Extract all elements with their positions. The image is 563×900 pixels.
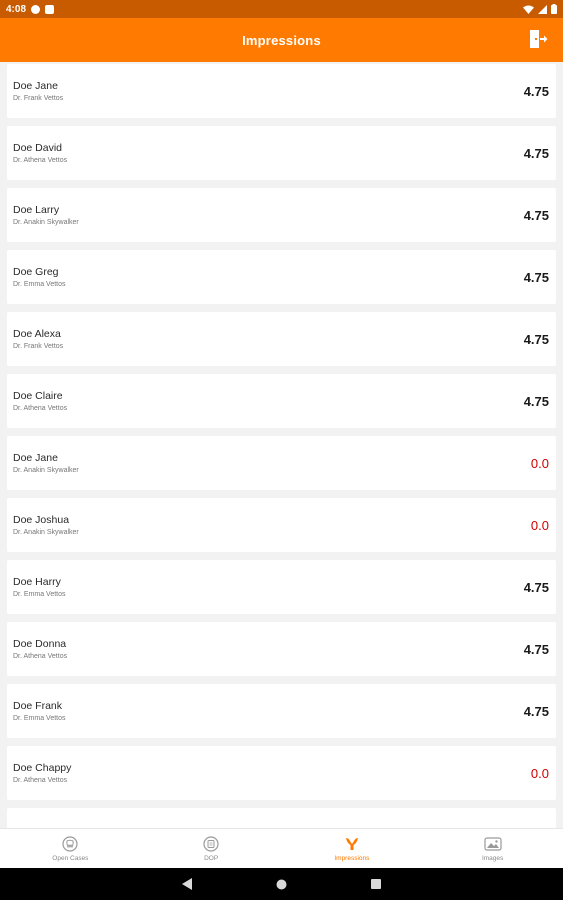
patient-name: Doe Joshua — [13, 514, 70, 526]
score-value: 0.0 — [530, 765, 549, 781]
patient-name: Doe Greg — [13, 266, 59, 278]
list-item[interactable]: Doe Frank Dr. Emma Vettos 4.75 — [7, 684, 556, 738]
nav-images[interactable]: Images — [422, 829, 563, 868]
list-item[interactable]: Doe Jane Dr. Frank Vettos 4.75 — [7, 64, 556, 118]
doctor-name: Dr. Frank Vettos — [13, 95, 64, 102]
dop-icon — [203, 835, 219, 852]
status-bar: 4:08 — [0, 0, 563, 18]
list-item[interactable]: Doe Claire Dr. Athena Vettos 4.75 — [7, 374, 556, 428]
doctor-name: Dr. Athena Vettos — [13, 405, 68, 412]
patient-name: Doe Claire — [13, 390, 63, 402]
home-button[interactable] — [275, 877, 289, 891]
signal-icon — [538, 4, 547, 14]
patient-name: Doe Jane — [13, 80, 58, 92]
doctor-name: Dr. Athena Vettos — [13, 777, 68, 784]
patient-name: Doe Alexa — [13, 328, 61, 340]
score-value: 4.75 — [523, 579, 549, 595]
patient-name: Doe David — [13, 142, 63, 154]
status-time: 4:08 — [6, 3, 27, 15]
nav-label: Open Cases — [52, 854, 89, 862]
logout-button[interactable] — [527, 28, 549, 50]
system-navigation-bar — [0, 868, 563, 900]
nav-label: Images — [481, 854, 504, 862]
doctor-name: Dr. Emma Vettos — [13, 591, 66, 598]
doctor-name: Dr. Anakin Skywalker — [13, 467, 79, 474]
doctor-name: Dr. Anakin Skywalker — [13, 219, 79, 226]
nav-label: Impressions — [334, 854, 370, 862]
back-button[interactable] — [181, 877, 195, 891]
logout-icon — [530, 30, 548, 48]
home-icon — [276, 879, 287, 889]
nav-label: DOP — [204, 854, 219, 862]
score-value: 0.0 — [530, 517, 549, 533]
tooth-icon — [62, 835, 78, 852]
doctor-name: Dr. Athena Vettos — [13, 653, 68, 660]
doctor-name: Dr. Emma Vettos — [13, 715, 66, 722]
storage-icon — [45, 4, 55, 14]
nav-impressions[interactable]: Impressions — [282, 829, 423, 868]
list-item[interactable]: Doe Harry Dr. Emma Vettos 4.75 — [7, 560, 556, 614]
score-value: 4.75 — [523, 703, 549, 719]
doctor-name: Dr. Emma Vettos — [13, 281, 66, 288]
patient-name: Doe Larry — [13, 204, 60, 216]
patient-name: Doe Donna — [13, 638, 67, 650]
list-item-partial[interactable] — [7, 808, 556, 828]
back-icon — [182, 878, 192, 890]
score-value: 4.75 — [523, 145, 549, 161]
list-item[interactable]: Doe Joshua Dr. Anakin Skywalker 0.0 — [7, 498, 556, 552]
doctor-name: Dr. Frank Vettos — [13, 343, 64, 350]
patient-name: Doe Frank — [13, 700, 63, 712]
score-value: 4.75 — [523, 269, 549, 285]
score-value: 0.0 — [530, 455, 549, 471]
images-icon — [484, 836, 502, 851]
score-value: 4.75 — [523, 83, 549, 99]
score-value: 4.75 — [523, 641, 549, 657]
list-item[interactable]: Doe Chappy Dr. Athena Vettos 0.0 — [7, 746, 556, 800]
list-item[interactable]: Doe Donna Dr. Athena Vettos 4.75 — [7, 622, 556, 676]
patient-name: Doe Harry — [13, 576, 61, 588]
patient-name: Doe Jane — [13, 452, 58, 464]
recents-button[interactable] — [369, 877, 383, 891]
list-item[interactable]: Doe Larry Dr. Anakin Skywalker 4.75 — [7, 188, 556, 242]
recents-icon — [370, 879, 381, 889]
list-item[interactable]: Doe Greg Dr. Emma Vettos 4.75 — [7, 250, 556, 304]
impressions-icon — [345, 837, 358, 850]
list-item[interactable]: Doe Alexa Dr. Frank Vettos 4.75 — [7, 312, 556, 366]
nav-dop[interactable]: DOP — [141, 829, 282, 868]
impressions-list[interactable]: Doe Jane Dr. Frank Vettos 4.75 Doe David… — [0, 64, 563, 828]
battery-icon — [551, 4, 557, 14]
list-item[interactable]: Doe David Dr. Athena Vettos 4.75 — [7, 126, 556, 180]
app-bar: Impressions — [0, 18, 563, 62]
score-value: 4.75 — [523, 207, 549, 223]
score-value: 4.75 — [523, 393, 549, 409]
doctor-name: Dr. Anakin Skywalker — [13, 529, 79, 536]
wifi-icon — [523, 5, 534, 14]
patient-name: Doe Chappy — [13, 762, 72, 774]
nav-open-cases[interactable]: Open Cases — [0, 829, 141, 868]
score-value: 4.75 — [523, 331, 549, 347]
bottom-navigation: Open Cases DOP Impressions Images — [0, 828, 563, 868]
page-title: Impressions — [242, 32, 321, 48]
doctor-name: Dr. Athena Vettos — [13, 157, 68, 164]
notification-icon — [31, 4, 41, 14]
list-item[interactable]: Doe Jane Dr. Anakin Skywalker 0.0 — [7, 436, 556, 490]
